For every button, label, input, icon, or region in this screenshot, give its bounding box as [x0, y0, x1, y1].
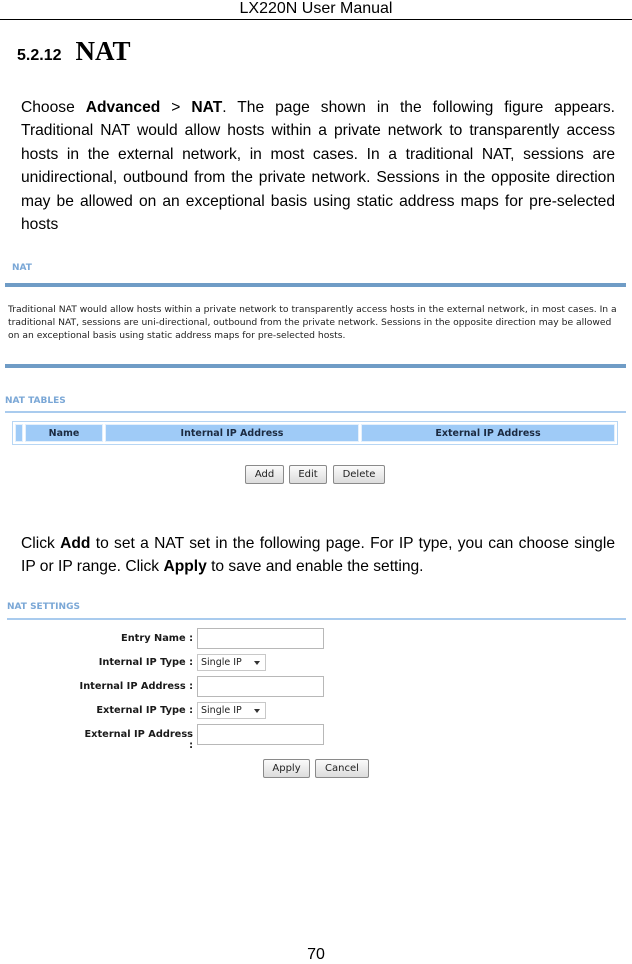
internal-ip-type-select[interactable]: Single IP [197, 654, 266, 671]
nat-settings-rule [7, 618, 626, 620]
chevron-down-icon [254, 709, 260, 713]
intro-text: Choose [21, 99, 86, 116]
nat-settings-title: NAT SETTINGS [7, 602, 80, 612]
entry-name-label: Entry Name : [121, 633, 193, 644]
column-header-internal-ip: Internal IP Address [105, 424, 359, 442]
table-select-column [15, 424, 23, 442]
page-number: 70 [307, 946, 325, 963]
external-ip-type-value: Single IP [201, 705, 242, 716]
delete-button[interactable]: Delete [333, 465, 385, 484]
add-button[interactable]: Add [245, 465, 284, 484]
section-heading: 5.2.12 NAT [17, 36, 131, 67]
instructions-paragraph: Click Add to set a NAT set in the follow… [21, 532, 615, 579]
nat-panel-top-rule [5, 283, 626, 287]
nat-table-header: Name Internal IP Address External IP Add… [12, 421, 618, 445]
nat-tables-rule [5, 411, 626, 413]
cancel-button[interactable]: Cancel [315, 759, 369, 778]
section-title: NAT [75, 36, 131, 66]
internal-ip-type-value: Single IP [201, 657, 242, 668]
entry-name-input[interactable] [197, 628, 324, 649]
external-ip-address-input[interactable] [197, 724, 324, 745]
instructions-apply: Apply [163, 558, 207, 576]
menu-separator: > [160, 99, 192, 116]
internal-ip-address-input[interactable] [197, 676, 324, 697]
external-ip-type-select[interactable]: Single IP [197, 702, 266, 719]
internal-ip-type-label: Internal IP Type : [98, 657, 193, 668]
apply-button[interactable]: Apply [263, 759, 310, 778]
manual-header-title: LX220N User Manual [239, 0, 393, 17]
column-header-name: Name [25, 424, 103, 442]
intro-paragraph: Choose Advanced > NAT. The page shown in… [21, 96, 615, 236]
nat-tables-title: NAT TABLES [5, 396, 66, 406]
section-number: 5.2.12 [17, 47, 62, 64]
external-ip-type-label: External IP Type : [96, 705, 193, 716]
column-header-external-ip: External IP Address [361, 424, 615, 442]
chevron-down-icon [254, 661, 260, 665]
header-rule [0, 19, 632, 20]
nat-panel-description: Traditional NAT would allow hosts within… [8, 304, 617, 341]
instructions-text: Click [21, 535, 61, 552]
instructions-text-3: to save and enable the setting. [206, 558, 424, 576]
intro-text-rest: . The page shown in the following figure… [21, 99, 615, 234]
nat-panel-bottom-rule [5, 364, 626, 368]
internal-ip-address-label: Internal IP Address : [79, 681, 193, 692]
menu-nat: NAT [191, 99, 223, 116]
nat-panel-title: NAT [12, 263, 32, 273]
menu-advanced: Advanced [85, 99, 161, 116]
edit-button[interactable]: Edit [289, 465, 327, 484]
external-ip-address-label: External IP Address : [84, 729, 193, 751]
instructions-add: Add [60, 535, 91, 552]
